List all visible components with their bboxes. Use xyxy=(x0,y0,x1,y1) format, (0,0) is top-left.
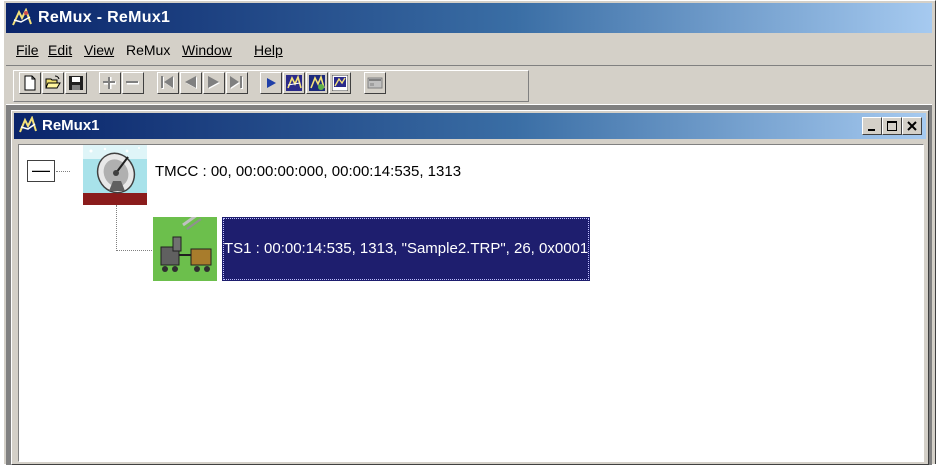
remux-view-button[interactable] xyxy=(329,72,351,94)
menu-help[interactable]: Help xyxy=(252,37,285,63)
step-back-icon xyxy=(185,76,197,89)
tree-expander-glyph: — xyxy=(32,160,50,180)
add-button[interactable] xyxy=(99,72,121,94)
child-titlebar[interactable]: ReMux1 xyxy=(14,113,926,139)
menu-window-label: Window xyxy=(182,42,232,58)
play-button[interactable] xyxy=(260,72,282,94)
step-forward-button[interactable] xyxy=(203,72,225,94)
menu-remux-label: ReMux xyxy=(126,42,171,58)
toolbar xyxy=(6,65,932,105)
step-forward-icon xyxy=(208,76,220,89)
menu-view[interactable]: View xyxy=(82,37,116,63)
skip-to-end-icon xyxy=(230,76,243,89)
menubar: File Edit View ReMux Window Help xyxy=(6,37,932,63)
app-title: ReMux - ReMux1 xyxy=(38,9,171,26)
menu-edit-label: Edit xyxy=(48,42,73,58)
tree-connector-vertical xyxy=(116,205,117,251)
remux-run-button[interactable] xyxy=(283,72,305,94)
tree-node-ts1-label: TS1 : 00:00:14:535, 1313, "Sample2.TRP",… xyxy=(222,217,591,281)
tree-node-tmcc-label: TMCC : 00, 00:00:00:000, 00:00:14:535, 1… xyxy=(155,163,462,180)
remux-app-icon[interactable] xyxy=(11,7,33,28)
play-icon xyxy=(267,78,276,88)
restore-button[interactable] xyxy=(882,117,902,135)
tree-connector-child xyxy=(116,250,152,251)
mdi-client-area: ReMux1 — TMCC: 00, 00:00:00:000, 00:00:… xyxy=(6,105,932,465)
skip-to-start-button[interactable] xyxy=(157,72,179,94)
add-icon xyxy=(103,77,116,89)
close-icon xyxy=(907,121,917,131)
open-folder-icon xyxy=(45,75,61,89)
remux-settings-button[interactable] xyxy=(306,72,328,94)
menu-edit[interactable]: Edit xyxy=(46,37,74,63)
skip-to-end-button[interactable] xyxy=(226,72,248,94)
remux-run-icon xyxy=(286,75,302,91)
skip-to-start-icon xyxy=(161,76,174,89)
open-button[interactable] xyxy=(42,72,64,94)
app-titlebar[interactable]: ReMux - ReMux1 xyxy=(6,3,932,33)
remux-settings-icon xyxy=(309,75,325,91)
app-window: ReMux - ReMux1 File Edit View ReMux Wind… xyxy=(3,0,936,465)
remux-doc-icon[interactable] xyxy=(18,115,38,136)
new-document-icon xyxy=(24,75,36,91)
transport-stream-icon xyxy=(153,213,217,281)
child-window-title: ReMux1 xyxy=(42,117,100,134)
menu-view-label: View xyxy=(84,42,115,58)
save-icon xyxy=(69,76,83,90)
restore-icon xyxy=(887,121,897,131)
remove-button[interactable] xyxy=(122,72,144,94)
menu-help-label: Help xyxy=(254,42,283,58)
save-button[interactable] xyxy=(65,72,87,94)
tree-connector-root xyxy=(56,171,70,172)
minimize-button[interactable] xyxy=(862,117,882,135)
minimize-icon xyxy=(868,129,875,131)
menu-remux[interactable]: ReMux xyxy=(124,37,172,63)
menu-file-label: File xyxy=(16,42,39,58)
menu-file[interactable]: File xyxy=(14,37,41,63)
child-window-remux1: ReMux1 — TMCC: 00, 00:00:00:000, 00:00:… xyxy=(11,110,929,465)
step-back-button[interactable] xyxy=(180,72,202,94)
new-button[interactable] xyxy=(19,72,41,94)
remove-icon xyxy=(126,81,139,85)
window-panel-button[interactable] xyxy=(364,72,386,94)
window-panel-icon xyxy=(367,77,383,89)
close-button[interactable] xyxy=(902,117,922,135)
tree-view[interactable]: — TMCC: 00, 00:00:00:000, 00:00:14:535,… xyxy=(18,144,924,462)
remux-view-icon xyxy=(332,75,348,91)
menu-window[interactable]: Window xyxy=(180,37,234,63)
tree-expander[interactable]: — xyxy=(27,160,55,182)
satellite-dish-icon xyxy=(83,145,147,205)
